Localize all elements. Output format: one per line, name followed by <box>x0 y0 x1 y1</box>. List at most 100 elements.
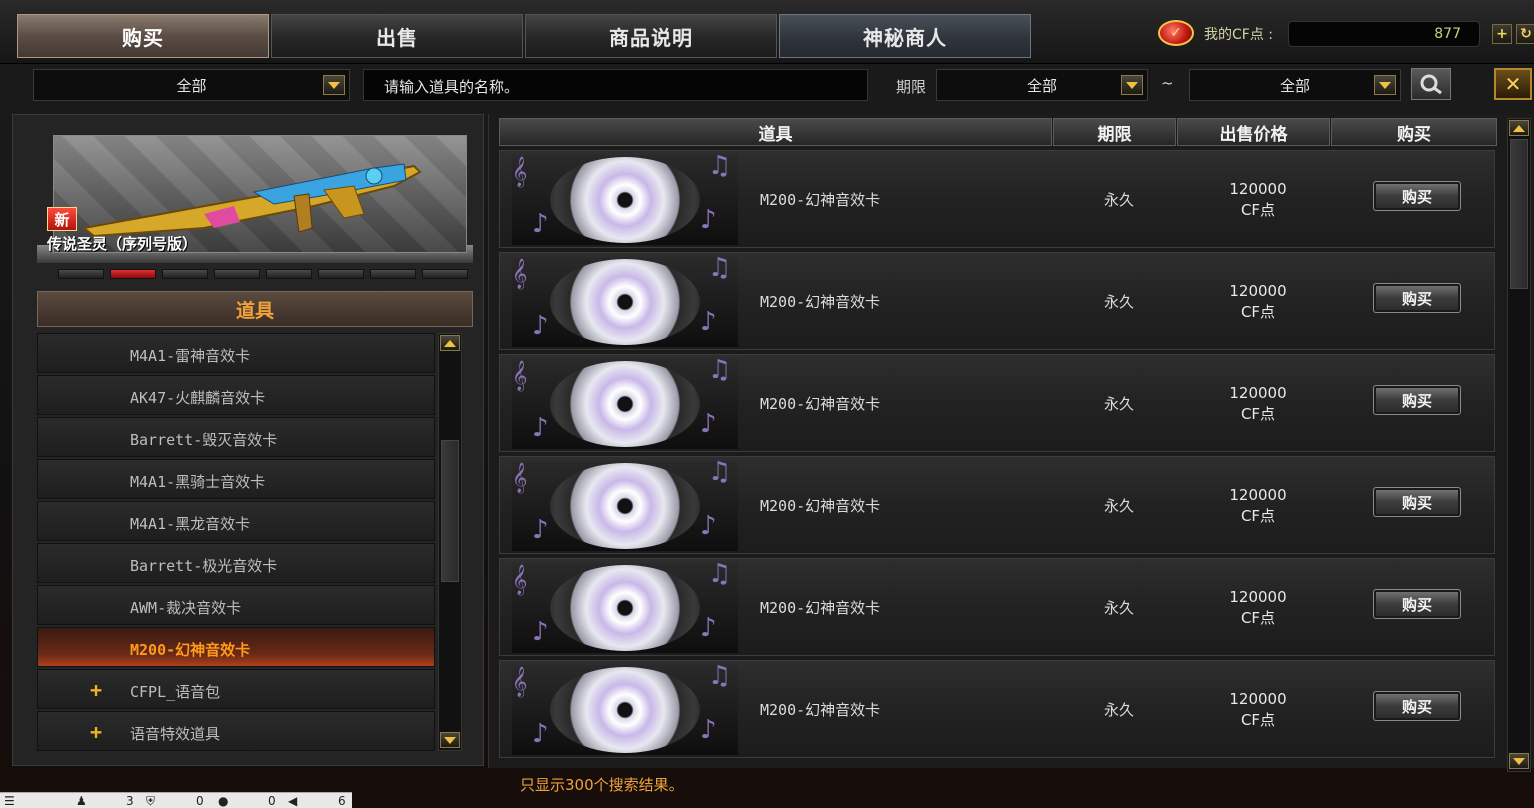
sound-card-image: 𝄞 ♫ ♪ ♪ <box>512 359 738 449</box>
search-input[interactable]: 请输入道具的名称。 <box>363 69 868 101</box>
list-item[interactable]: AWM-裁决音效卡 <box>37 585 435 625</box>
item-name: M200-幻神音效卡 <box>760 497 881 515</box>
category-dropdown-value: 全部 <box>176 76 207 95</box>
carousel-dot[interactable] <box>318 269 364 279</box>
list-item-group[interactable]: + CFPL_语音包 <box>37 669 435 709</box>
music-note-icon: ♪ <box>532 209 549 239</box>
status-count-d: 6 <box>338 794 346 808</box>
music-note-icon: 𝄞 <box>512 463 528 493</box>
buy-button[interactable]: 购买 <box>1373 385 1461 415</box>
scroll-thumb[interactable] <box>441 440 459 582</box>
search-button[interactable] <box>1411 68 1451 100</box>
add-points-icon[interactable]: + <box>1492 24 1512 44</box>
music-note-icon: 𝄞 <box>512 667 528 697</box>
result-limit-note: 只显示300个搜索结果。 <box>520 776 684 794</box>
sound-card-image: 𝄞 ♫ ♪ ♪ <box>512 155 738 245</box>
expand-plus-icon[interactable]: + <box>90 720 102 744</box>
tab-buy[interactable]: 购买 <box>17 14 269 58</box>
scroll-thumb[interactable] <box>1510 139 1528 289</box>
list-item[interactable]: AK47-火麒麟音效卡 <box>37 375 435 415</box>
price-value: 120000 <box>1229 588 1287 606</box>
music-note-icon: 𝄞 <box>512 565 528 595</box>
music-note-icon: ♫ <box>708 563 732 589</box>
list-item-label: CFPL_语音包 <box>130 683 221 701</box>
refresh-icon[interactable]: ↻ <box>1516 24 1534 44</box>
item-price: 120000 CF点 <box>1218 485 1298 527</box>
category-dropdown[interactable]: 全部 <box>33 69 350 101</box>
list-item-selected[interactable]: M200-幻神音效卡 <box>37 627 435 667</box>
item-category-list: M4A1-雷神音效卡 AK47-火麒麟音效卡 Barrett-毁灭音效卡 M4A… <box>37 333 435 753</box>
list-item-group[interactable]: + 语音特效道具 <box>37 711 435 751</box>
list-item-label: M4A1-黑骑士音效卡 <box>130 473 266 491</box>
menu-icon[interactable]: ☰ <box>4 794 15 808</box>
user-icon[interactable]: ♟ <box>76 794 87 808</box>
carousel-dot[interactable] <box>266 269 312 279</box>
tab-item-info[interactable]: 商品说明 <box>525 14 777 58</box>
music-note-icon: ♪ <box>532 413 549 443</box>
list-item[interactable]: M4A1-黑龙音效卡 <box>37 501 435 541</box>
sound-card-image: 𝄞 ♫ ♪ ♪ <box>512 563 738 653</box>
cf-points-label: 我的CF点 : <box>1204 27 1273 43</box>
scroll-up-icon[interactable] <box>1509 120 1529 136</box>
buy-button[interactable]: 购买 <box>1373 487 1461 517</box>
carousel-dot[interactable] <box>162 269 208 279</box>
carousel-dot[interactable] <box>58 269 104 279</box>
new-badge: 新 <box>47 207 77 231</box>
music-note-icon: 𝄞 <box>512 259 528 289</box>
tab-mystery-merchant[interactable]: 神秘商人 <box>779 14 1031 58</box>
scroll-up-icon[interactable] <box>440 335 460 351</box>
music-note-icon: 𝄞 <box>512 157 528 187</box>
buy-button[interactable]: 购买 <box>1373 691 1461 721</box>
item-duration: 永久 <box>1104 293 1135 311</box>
top-tab-bar: 购买 出售 商品说明 神秘商人 ✓ 我的CF点 : 877 + ↻ <box>0 0 1534 64</box>
music-note-icon: ♪ <box>700 205 717 235</box>
music-note-icon: ♫ <box>708 257 732 283</box>
status-bar: ☰ ♟ 3 ⛨ 0 ● 0 ◀ 6 <box>0 792 352 808</box>
results-scrollbar[interactable] <box>1507 118 1531 772</box>
price-unit: CF点 <box>1240 711 1276 729</box>
list-item[interactable]: M4A1-雷神音效卡 <box>37 333 435 373</box>
chat-icon[interactable]: ● <box>218 794 228 808</box>
carousel-dot[interactable] <box>214 269 260 279</box>
carousel-dot[interactable] <box>422 269 468 279</box>
chevron-down-icon[interactable] <box>1374 75 1396 95</box>
music-note-icon: ♫ <box>708 665 732 691</box>
tab-sell[interactable]: 出售 <box>271 14 523 58</box>
buy-button[interactable]: 购买 <box>1373 283 1461 313</box>
list-item[interactable]: Barrett-毁灭音效卡 <box>37 417 435 457</box>
list-item[interactable]: M4A1-黑骑士音效卡 <box>37 459 435 499</box>
item-duration: 永久 <box>1104 395 1135 413</box>
shield-icon[interactable]: ⛨ <box>146 794 155 808</box>
scroll-down-icon[interactable] <box>1509 753 1529 769</box>
featured-item-name: 传说圣灵（序列号版） <box>47 235 198 253</box>
list-scrollbar[interactable] <box>438 333 462 751</box>
search-icon <box>1420 74 1442 95</box>
table-row: 𝄞 ♫ ♪ ♪ M200-幻神音效卡 永久 120000 CF点 购买 <box>499 252 1495 350</box>
music-note-icon: ♪ <box>700 715 717 745</box>
carousel-dot-active[interactable] <box>110 269 156 279</box>
disc-icon <box>550 259 700 345</box>
filter-bar: 全部 请输入道具的名称。 期限 全部 ~ 全部 ✕ <box>0 64 1534 106</box>
buy-button[interactable]: 购买 <box>1373 181 1461 211</box>
list-item[interactable]: Barrett-极光音效卡 <box>37 543 435 583</box>
period-from-dropdown[interactable]: 全部 <box>936 69 1148 101</box>
chevron-down-icon[interactable] <box>1121 75 1143 95</box>
music-note-icon: ♫ <box>708 461 732 487</box>
disc-icon <box>550 157 700 243</box>
disc-icon <box>550 463 700 549</box>
scroll-down-icon[interactable] <box>440 732 460 748</box>
chevron-down-icon[interactable] <box>323 75 345 95</box>
price-unit: CF点 <box>1240 405 1276 423</box>
carousel-dot[interactable] <box>370 269 416 279</box>
item-name: M200-幻神音效卡 <box>760 395 881 413</box>
item-name: M200-幻神音效卡 <box>760 191 881 209</box>
period-to-dropdown[interactable]: 全部 <box>1189 69 1401 101</box>
speaker-icon[interactable]: ◀ <box>288 794 297 808</box>
period-label: 期限 <box>896 78 927 96</box>
buy-button[interactable]: 购买 <box>1373 589 1461 619</box>
close-button[interactable]: ✕ <box>1494 68 1532 100</box>
status-count-c: 0 <box>268 794 276 808</box>
music-note-icon: ♪ <box>532 617 549 647</box>
expand-plus-icon[interactable]: + <box>90 678 102 702</box>
item-price: 120000 CF点 <box>1218 689 1298 731</box>
